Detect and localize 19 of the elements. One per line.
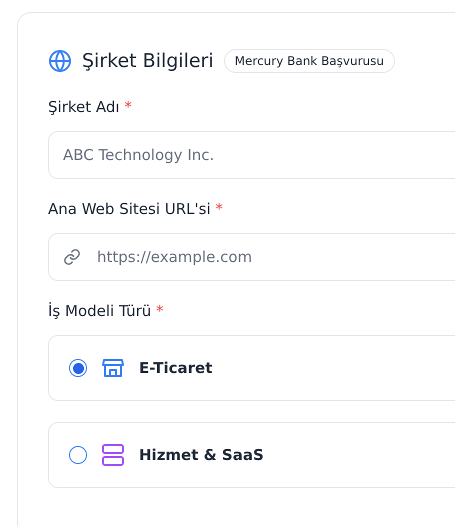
radio-button[interactable] — [69, 359, 87, 377]
field-label: Şirket Adı — [48, 98, 120, 116]
globe-icon — [48, 49, 72, 73]
input-field[interactable]: https://example.com — [48, 233, 455, 281]
server-icon — [101, 443, 125, 467]
radio-button[interactable] — [69, 446, 87, 464]
required-mark: * — [156, 302, 164, 320]
section-badge: Mercury Bank Başvurusu — [224, 49, 396, 73]
input-field[interactable]: ABC Technology Inc. — [48, 131, 455, 179]
option-card[interactable]: Hizmet & SaaS — [48, 422, 455, 488]
required-mark: * — [124, 98, 132, 116]
field-label: Ana Web Sitesi URL'si — [48, 200, 211, 218]
required-mark: * — [215, 200, 223, 218]
option-card[interactable]: E-Ticaret — [48, 335, 455, 401]
option-label: Hizmet & SaaS — [139, 446, 264, 464]
option-label: E-Ticaret — [139, 359, 212, 377]
section-title: Şirket Bilgileri — [82, 50, 214, 72]
store-icon — [101, 356, 125, 380]
field-label: İş Modeli Türü — [48, 302, 152, 320]
